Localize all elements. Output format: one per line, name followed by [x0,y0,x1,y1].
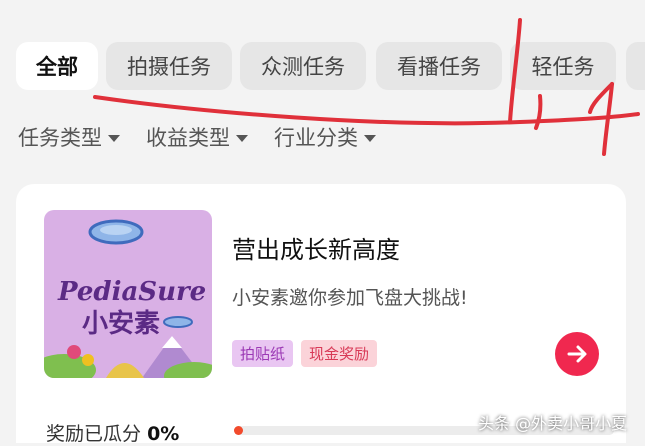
task-description: 小安素邀你参加飞盘大挑战! [232,287,468,309]
filter-row: 任务类型 收益类型 行业分类 [18,122,376,152]
tag-cash-reward: 现金奖励 [301,340,378,367]
tag-sticker: 拍贴纸 [232,340,294,367]
tab-light-tasks[interactable]: 轻任务 [510,42,616,90]
arrow-right-icon [567,345,587,363]
task-card[interactable]: PediaSure 小安素 营出成长新高度 小安素邀你参加飞盘大挑战! 拍贴纸 … [16,184,626,446]
filter-task-type-label: 任务类型 [18,126,102,150]
filter-income-type-label: 收益类型 [146,126,230,150]
reward-percent: 0% [147,423,180,445]
filter-task-type[interactable]: 任务类型 [18,122,120,152]
reward-label: 奖励已瓜分 [46,423,142,445]
reward-status: 奖励已瓜分 0% [46,419,179,446]
task-title: 营出成长新高度 [232,236,400,264]
go-button[interactable] [555,332,599,376]
brand-logo-text: PediaSure [57,277,206,307]
caret-down-icon [364,135,376,142]
watermark: 头条 @外卖小哥小夏 [478,414,628,433]
tab-more-partial[interactable] [626,42,645,90]
tab-live-watch-tasks[interactable]: 看播任务 [376,42,502,90]
tab-all[interactable]: 全部 [16,42,98,90]
task-tab-bar: 全部 拍摄任务 众测任务 看播任务 轻任务 [0,42,645,94]
filter-income-type[interactable]: 收益类型 [146,122,248,152]
caret-down-icon [108,135,120,142]
task-tags: 拍贴纸 现金奖励 [232,340,378,367]
filter-industry-label: 行业分类 [274,126,358,150]
caret-down-icon [236,135,248,142]
tab-crowd-test-tasks[interactable]: 众测任务 [240,42,366,90]
reward-progress-fill [234,426,243,435]
task-thumbnail: PediaSure 小安素 [44,210,212,378]
tab-shooting-tasks[interactable]: 拍摄任务 [106,42,232,90]
filter-industry[interactable]: 行业分类 [274,122,376,152]
brand-logo-cn: 小安素 [82,309,160,339]
